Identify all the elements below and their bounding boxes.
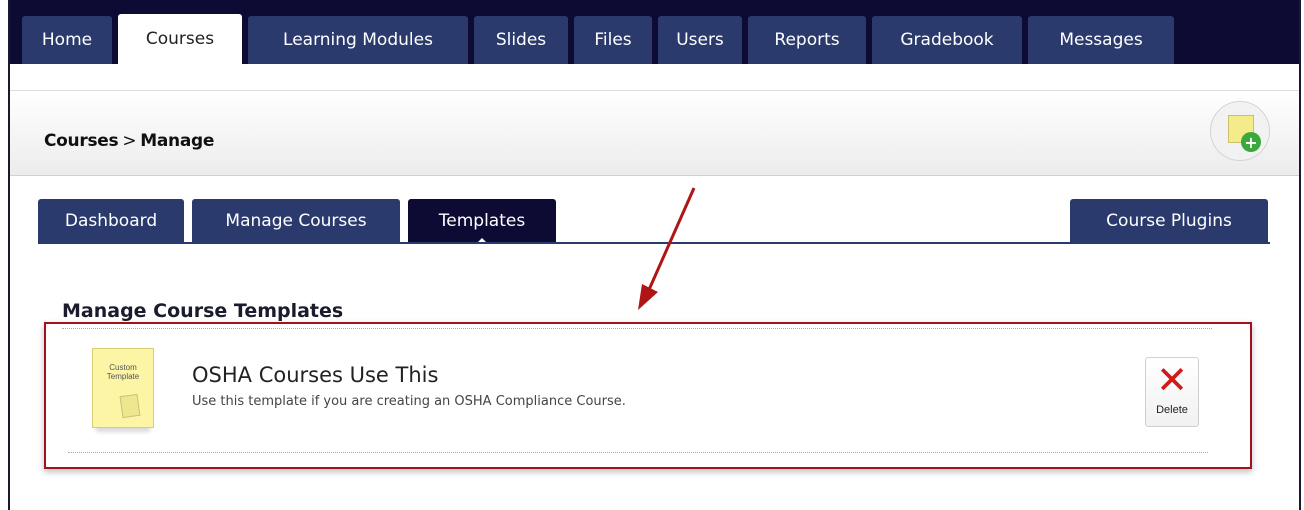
delete-template-button[interactable]: ✕ Delete: [1145, 357, 1199, 427]
template-description: Use this template if you are creating an…: [192, 394, 626, 409]
template-title[interactable]: OSHA Courses Use This: [192, 363, 438, 387]
delete-x-icon: ✕: [1156, 358, 1188, 402]
section-title: Manage Course Templates: [62, 300, 344, 322]
template-thumbnail-icon[interactable]: Custom Template: [92, 348, 154, 428]
page-icon: [119, 393, 141, 419]
thumbnail-label: Custom Template: [106, 363, 140, 381]
delete-label: Delete: [1156, 404, 1188, 416]
app-frame: Home Courses Learning Modules Slides Fil…: [8, 0, 1301, 510]
divider: [68, 452, 1208, 453]
